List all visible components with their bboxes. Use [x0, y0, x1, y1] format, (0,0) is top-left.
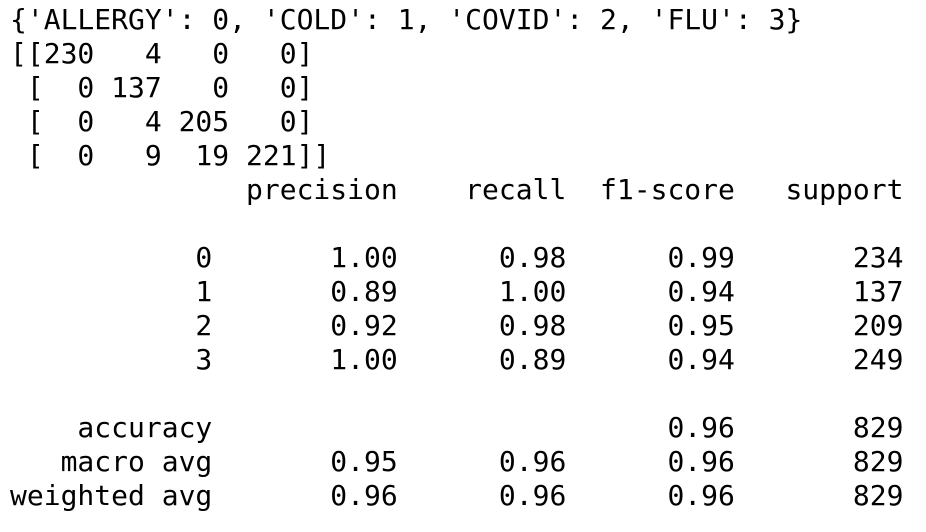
report-row-class-1: 1 0.89 1.00 0.94 137 [10, 275, 904, 308]
label-mapping-line: {'ALLERGY': 0, 'COLD': 1, 'COVID': 2, 'F… [10, 3, 803, 36]
confusion-matrix-row: [ 0 9 19 221]] [10, 139, 331, 172]
confusion-matrix-row: [ 0 137 0 0] [10, 71, 314, 104]
report-row-weighted-avg: weighted avg 0.96 0.96 0.96 829 [10, 479, 904, 512]
confusion-matrix-row: [[230 4 0 0] [10, 37, 314, 70]
terminal-output: {'ALLERGY': 0, 'COLD': 1, 'COVID': 2, 'F… [10, 3, 903, 513]
report-blank-line [10, 377, 903, 411]
report-row-class-3: 3 1.00 0.89 0.94 249 [10, 343, 904, 376]
report-row-macro-avg: macro avg 0.95 0.96 0.96 829 [10, 445, 904, 478]
report-row-class-0: 0 1.00 0.98 0.99 234 [10, 241, 904, 274]
confusion-matrix-row: [ 0 4 205 0] [10, 105, 314, 138]
report-row-class-2: 2 0.92 0.98 0.95 209 [10, 309, 904, 342]
report-row-accuracy: accuracy 0.96 829 [10, 411, 904, 444]
report-blank-line [10, 207, 903, 241]
report-header-line: precision recall f1-score support [10, 173, 904, 206]
